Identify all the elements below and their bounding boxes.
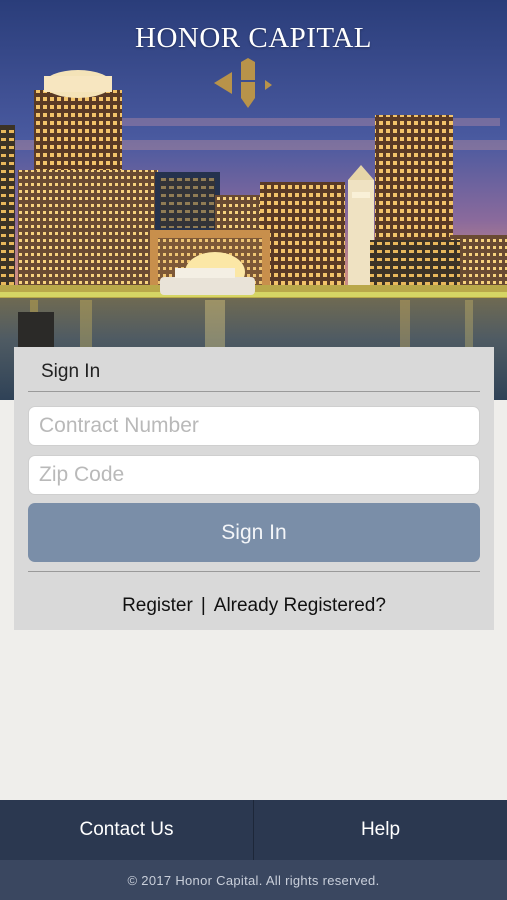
help-label: Help (360, 819, 401, 840)
sign-in-heading: Sign In (41, 361, 101, 382)
account-links: Register | Already Registered? (14, 595, 494, 617)
link-separator: | (200, 595, 206, 616)
zip-code-input[interactable] (28, 455, 480, 495)
already-registered-link[interactable]: Already Registered? (214, 595, 386, 616)
divider (28, 391, 480, 392)
copyright-text: © 2017 Honor Capital. All rights reserve… (0, 860, 507, 900)
contact-us-label: Contact Us (79, 819, 174, 840)
help-button[interactable]: Help (254, 800, 507, 860)
sign-in-card: Sign In Sign In Register | Already Registe… (14, 347, 494, 630)
sign-in-button[interactable]: Sign In (28, 503, 480, 562)
register-link[interactable]: Register (122, 595, 193, 616)
divider (28, 571, 480, 572)
hero-skyline-image: HONOR CAPITAL (0, 0, 507, 400)
contract-number-input[interactable] (28, 406, 480, 446)
contact-us-button[interactable]: Contact Us (0, 800, 253, 860)
footer-tab-bar: Contact Us Help (0, 800, 507, 860)
honor-capital-logo-icon (214, 58, 272, 108)
brand-title: HONOR CAPITAL (135, 22, 372, 54)
